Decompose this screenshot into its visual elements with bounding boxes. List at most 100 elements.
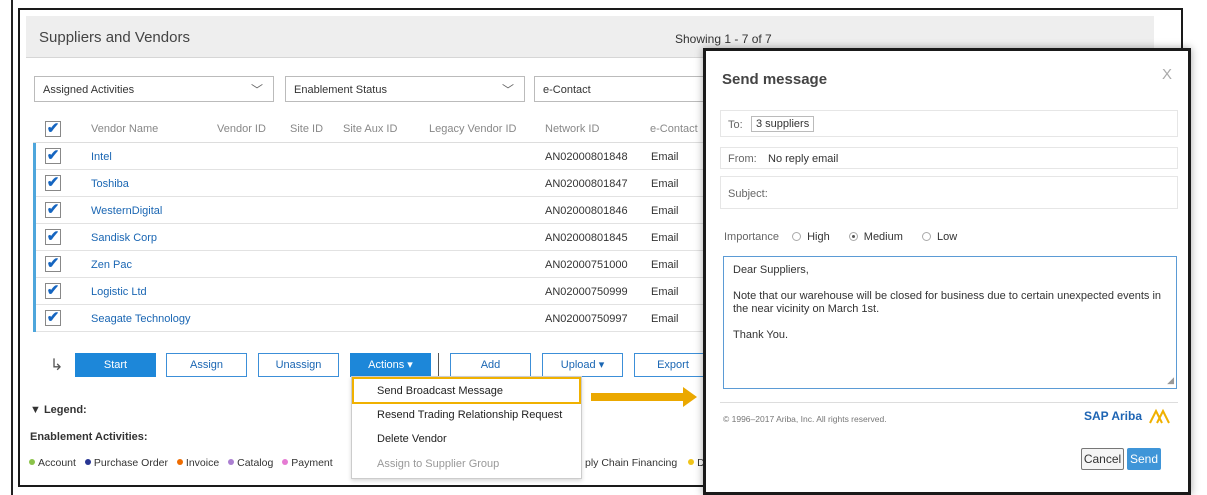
e-contact: Email <box>651 286 679 298</box>
export-button[interactable]: Export <box>634 353 712 377</box>
row-checkbox[interactable]: ✔ <box>45 148 61 164</box>
column-site-aux-id[interactable]: Site Aux ID <box>343 123 397 135</box>
importance-high-radio[interactable] <box>792 232 802 241</box>
filter-label: Enablement Status <box>294 84 387 96</box>
row-checkbox[interactable]: ✔ <box>45 229 61 245</box>
table-row[interactable]: ✔ Zen Pac AN02000751000 Email <box>33 251 723 278</box>
network-id: AN02000801847 <box>545 178 628 190</box>
recipients-chip[interactable]: 3 suppliers <box>751 116 815 132</box>
e-contact: Email <box>651 313 679 325</box>
row-checkbox[interactable]: ✔ <box>45 310 61 326</box>
filter-label: e-Contact <box>543 84 591 96</box>
legend-item: Purchase Order <box>84 457 168 469</box>
left-edge-line <box>11 0 13 495</box>
table-row[interactable]: ✔ Sandisk Corp AN02000801845 Email <box>33 224 723 251</box>
vendor-name-link[interactable]: WesternDigital <box>91 205 162 217</box>
row-checkbox[interactable]: ✔ <box>45 283 61 299</box>
row-selected-indicator <box>33 278 36 305</box>
filter-e-contact[interactable]: e-Contact <box>534 76 706 102</box>
unassign-button[interactable]: Unassign <box>258 353 339 377</box>
vendor-name-link[interactable]: Sandisk Corp <box>91 232 157 244</box>
assign-button[interactable]: Assign <box>166 353 247 377</box>
invoice-dot-icon <box>176 459 183 465</box>
callout-arrow <box>591 393 683 401</box>
actions-menu: Send Broadcast Message Resend Trading Re… <box>351 376 582 479</box>
dialog-title: Send message <box>722 71 828 88</box>
row-checkbox[interactable]: ✔ <box>45 202 61 218</box>
network-id: AN02000750999 <box>545 286 628 298</box>
e-contact: Email <box>651 151 679 163</box>
column-site-id[interactable]: Site ID <box>290 123 323 135</box>
resize-handle-icon[interactable]: ◢ <box>1167 374 1174 387</box>
network-id: AN02000750997 <box>545 313 628 325</box>
purchase-order-dot-icon <box>84 459 91 465</box>
enter-arrow-icon: ↳ <box>50 357 64 374</box>
send-button[interactable]: Send <box>1127 448 1161 470</box>
row-selected-indicator <box>33 224 36 251</box>
e-contact: Email <box>651 178 679 190</box>
vendor-name-link[interactable]: Logistic Ltd <box>91 286 147 298</box>
dialog-divider <box>720 402 1178 403</box>
table-row[interactable]: ✔ Logistic Ltd AN02000750999 Email <box>33 278 723 305</box>
vendor-name-link[interactable]: Zen Pac <box>91 259 132 271</box>
subject-field[interactable]: Subject: <box>720 176 1178 209</box>
menu-item-resend-trading-relationship-request[interactable]: Resend Trading Relationship Request <box>377 409 562 421</box>
menu-item-delete-vendor[interactable]: Delete Vendor <box>377 433 447 445</box>
body-greeting: Dear Suppliers, <box>733 264 809 276</box>
ariba-logo-icon <box>1149 408 1171 424</box>
filter-enablement-status[interactable]: Enablement Status ﹀ <box>285 76 525 102</box>
legend-toggle[interactable]: ▼ Legend: <box>30 404 87 416</box>
table-row[interactable]: ✔ Seagate Technology AN02000750997 Email <box>33 305 723 332</box>
e-contact: Email <box>651 259 679 271</box>
vendor-name-link[interactable]: Seagate Technology <box>91 313 191 325</box>
body-closing: Thank You. <box>733 329 789 341</box>
network-id: AN02000801845 <box>545 232 628 244</box>
from-field: From: No reply email <box>720 147 1178 169</box>
legend-item: Account <box>29 457 76 469</box>
message-body-textarea[interactable]: Dear Suppliers, Note that our warehouse … <box>723 256 1177 389</box>
start-button[interactable]: Start <box>75 353 156 377</box>
select-all-checkbox[interactable]: ✔ <box>45 121 61 137</box>
column-network-id[interactable]: Network ID <box>545 123 599 135</box>
account-dot-icon <box>29 459 35 465</box>
legend-item-supply-chain-financing: ply Chain Financing <box>585 457 678 469</box>
importance-low-radio[interactable] <box>921 232 931 241</box>
to-field[interactable]: To: 3 suppliers <box>720 110 1178 137</box>
row-checkbox[interactable]: ✔ <box>45 175 61 191</box>
row-selected-indicator <box>33 170 36 197</box>
upload-button[interactable]: Upload ▾ <box>542 353 623 377</box>
network-id: AN02000801848 <box>545 151 628 163</box>
row-checkbox[interactable]: ✔ <box>45 256 61 272</box>
network-id: AN02000801846 <box>545 205 628 217</box>
legend-item: Payment <box>282 457 333 469</box>
vendor-name-link[interactable]: Toshiba <box>91 178 129 190</box>
filter-assigned-activities[interactable]: Assigned Activities ﹀ <box>34 76 274 102</box>
vendor-name-link[interactable]: Intel <box>91 151 112 163</box>
from-value: No reply email <box>768 153 839 165</box>
row-selected-indicator <box>33 305 36 332</box>
column-legacy-vendor-id[interactable]: Legacy Vendor ID <box>429 123 516 135</box>
table-row[interactable]: ✔ Toshiba AN02000801847 Email <box>33 170 723 197</box>
add-button[interactable]: Add <box>450 353 531 377</box>
cancel-button[interactable]: Cancel <box>1081 448 1124 470</box>
chevron-down-icon: ﹀ <box>250 83 263 97</box>
importance-group: Importance High Medium Low <box>724 231 958 243</box>
row-selected-indicator <box>33 143 36 170</box>
table-header: ✔ Vendor Name Vendor ID Site ID Site Aux… <box>33 115 723 143</box>
menu-item-send-broadcast-message[interactable]: Send Broadcast Message <box>377 385 503 397</box>
importance-label: Importance <box>724 231 780 243</box>
chevron-down-icon: ﹀ <box>501 83 514 97</box>
column-e-contact[interactable]: e-Contact <box>650 123 698 135</box>
legend-item: Invoice <box>176 457 219 469</box>
actions-button[interactable]: Actions ▾ <box>350 353 431 377</box>
legend-dot-icon <box>688 459 695 465</box>
from-label: From: <box>728 153 757 165</box>
table-row[interactable]: ✔ WesternDigital AN02000801846 Email <box>33 197 723 224</box>
column-vendor-name[interactable]: Vendor Name <box>91 123 158 135</box>
row-selected-indicator <box>33 251 36 278</box>
column-vendor-id[interactable]: Vendor ID <box>217 123 266 135</box>
importance-medium-radio[interactable] <box>848 232 858 241</box>
close-icon[interactable]: X <box>1162 66 1172 83</box>
table-row[interactable]: ✔ Intel AN02000801848 Email <box>33 143 723 170</box>
legend-item: Catalog <box>228 457 273 469</box>
